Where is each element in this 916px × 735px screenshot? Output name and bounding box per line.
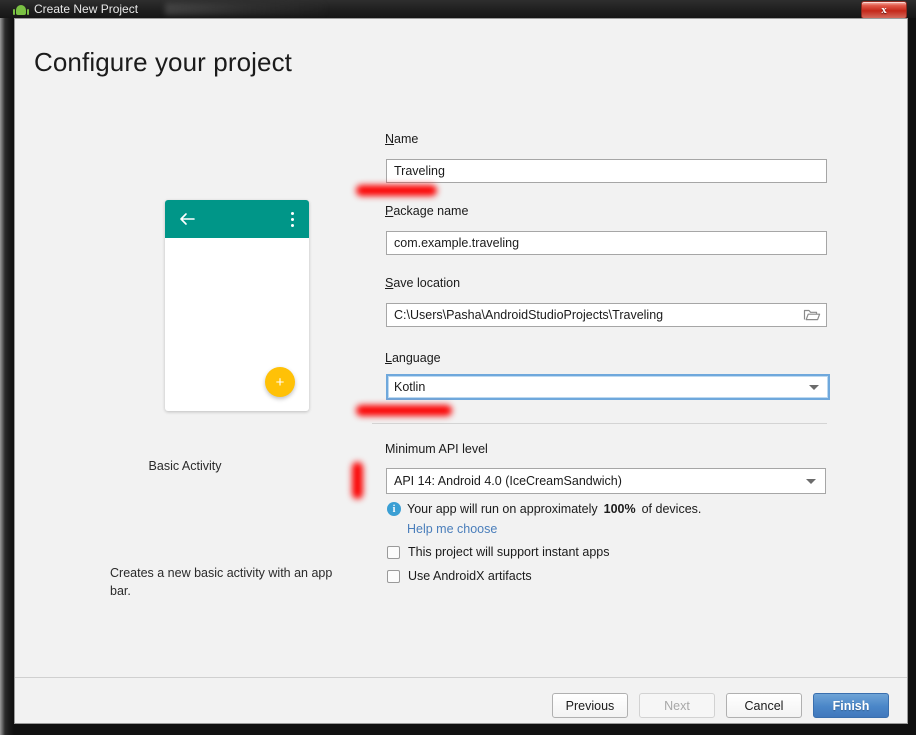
previous-button[interactable]: Previous	[552, 693, 628, 718]
next-button: Next	[639, 693, 715, 718]
dialog-button-bar: Previous Next Cancel Finish	[552, 693, 889, 718]
instant-apps-checkbox-row[interactable]: This project will support instant apps	[387, 545, 609, 559]
device-coverage-message: i Your app will run on approximately 100…	[387, 502, 701, 516]
androidx-checkbox[interactable]	[387, 570, 400, 583]
coverage-suffix: of devices.	[642, 502, 702, 516]
annotation-mark-name-field	[356, 185, 437, 196]
androidx-checkbox-row[interactable]: Use AndroidX artifacts	[387, 569, 532, 583]
name-label: Name	[385, 132, 418, 146]
save-location-label-rest: ave location	[393, 276, 460, 290]
window-title: Create New Project	[34, 2, 138, 16]
android-icon	[14, 4, 28, 15]
cancel-button[interactable]: Cancel	[726, 693, 802, 718]
language-label-mnemonic: L	[385, 351, 392, 365]
language-label-rest: anguage	[392, 351, 441, 365]
chevron-down-icon	[809, 385, 819, 390]
titlebar-left-group: Create New Project	[14, 0, 138, 18]
titlebar-blurred-text	[165, 3, 325, 15]
coverage-prefix: Your app will run on approximately	[407, 502, 598, 516]
name-label-rest: ame	[394, 132, 418, 146]
package-name-label-rest: ackage name	[393, 204, 468, 218]
save-location-label: Save location	[385, 276, 460, 290]
min-api-level-combobox[interactable]: API 14: Android 4.0 (IceCreamSandwich)	[386, 468, 826, 494]
template-description: Creates a new basic activity with an app…	[110, 564, 353, 600]
coverage-percent: 100%	[604, 502, 636, 516]
name-label-mnemonic: N	[385, 132, 394, 146]
form-section-divider	[372, 423, 827, 424]
screenshot-root: Create New Project x Configure your proj…	[0, 0, 916, 735]
package-name-label: Package name	[385, 204, 468, 218]
language-label: Language	[385, 351, 441, 365]
floating-action-button: +	[265, 367, 295, 397]
overflow-menu-icon	[291, 212, 295, 228]
min-api-level-selected-value: API 14: Android 4.0 (IceCreamSandwich)	[394, 474, 622, 488]
close-button[interactable]: x	[861, 1, 907, 19]
finish-button[interactable]: Finish	[813, 693, 889, 718]
instant-apps-checkbox[interactable]	[387, 546, 400, 559]
activity-preview-thumbnail: +	[165, 200, 309, 411]
page-title: Configure your project	[34, 47, 292, 78]
preview-app-bar	[165, 200, 309, 238]
language-combobox[interactable]: Kotlin	[386, 374, 830, 400]
language-selected-value: Kotlin	[394, 380, 425, 394]
footer-divider	[15, 677, 907, 678]
androidx-label: Use AndroidX artifacts	[408, 569, 532, 583]
help-me-choose-link[interactable]: Help me choose	[407, 522, 497, 536]
info-icon: i	[387, 502, 401, 516]
save-location-input[interactable]	[386, 303, 827, 327]
create-new-project-dialog: Configure your project +	[14, 18, 908, 724]
min-api-level-label: Minimum API level	[385, 442, 488, 456]
window-titlebar: Create New Project x	[0, 0, 916, 18]
name-input[interactable]	[386, 159, 827, 183]
chevron-down-icon	[806, 479, 816, 484]
arrow-left-icon	[179, 212, 195, 226]
template-name-caption: Basic Activity	[15, 459, 355, 473]
package-name-input[interactable]	[386, 231, 827, 255]
window-frame: Create New Project x Configure your proj…	[0, 0, 916, 735]
instant-apps-label: This project will support instant apps	[408, 545, 609, 559]
annotation-mark-language-field	[356, 405, 452, 416]
folder-open-icon[interactable]	[803, 307, 821, 323]
